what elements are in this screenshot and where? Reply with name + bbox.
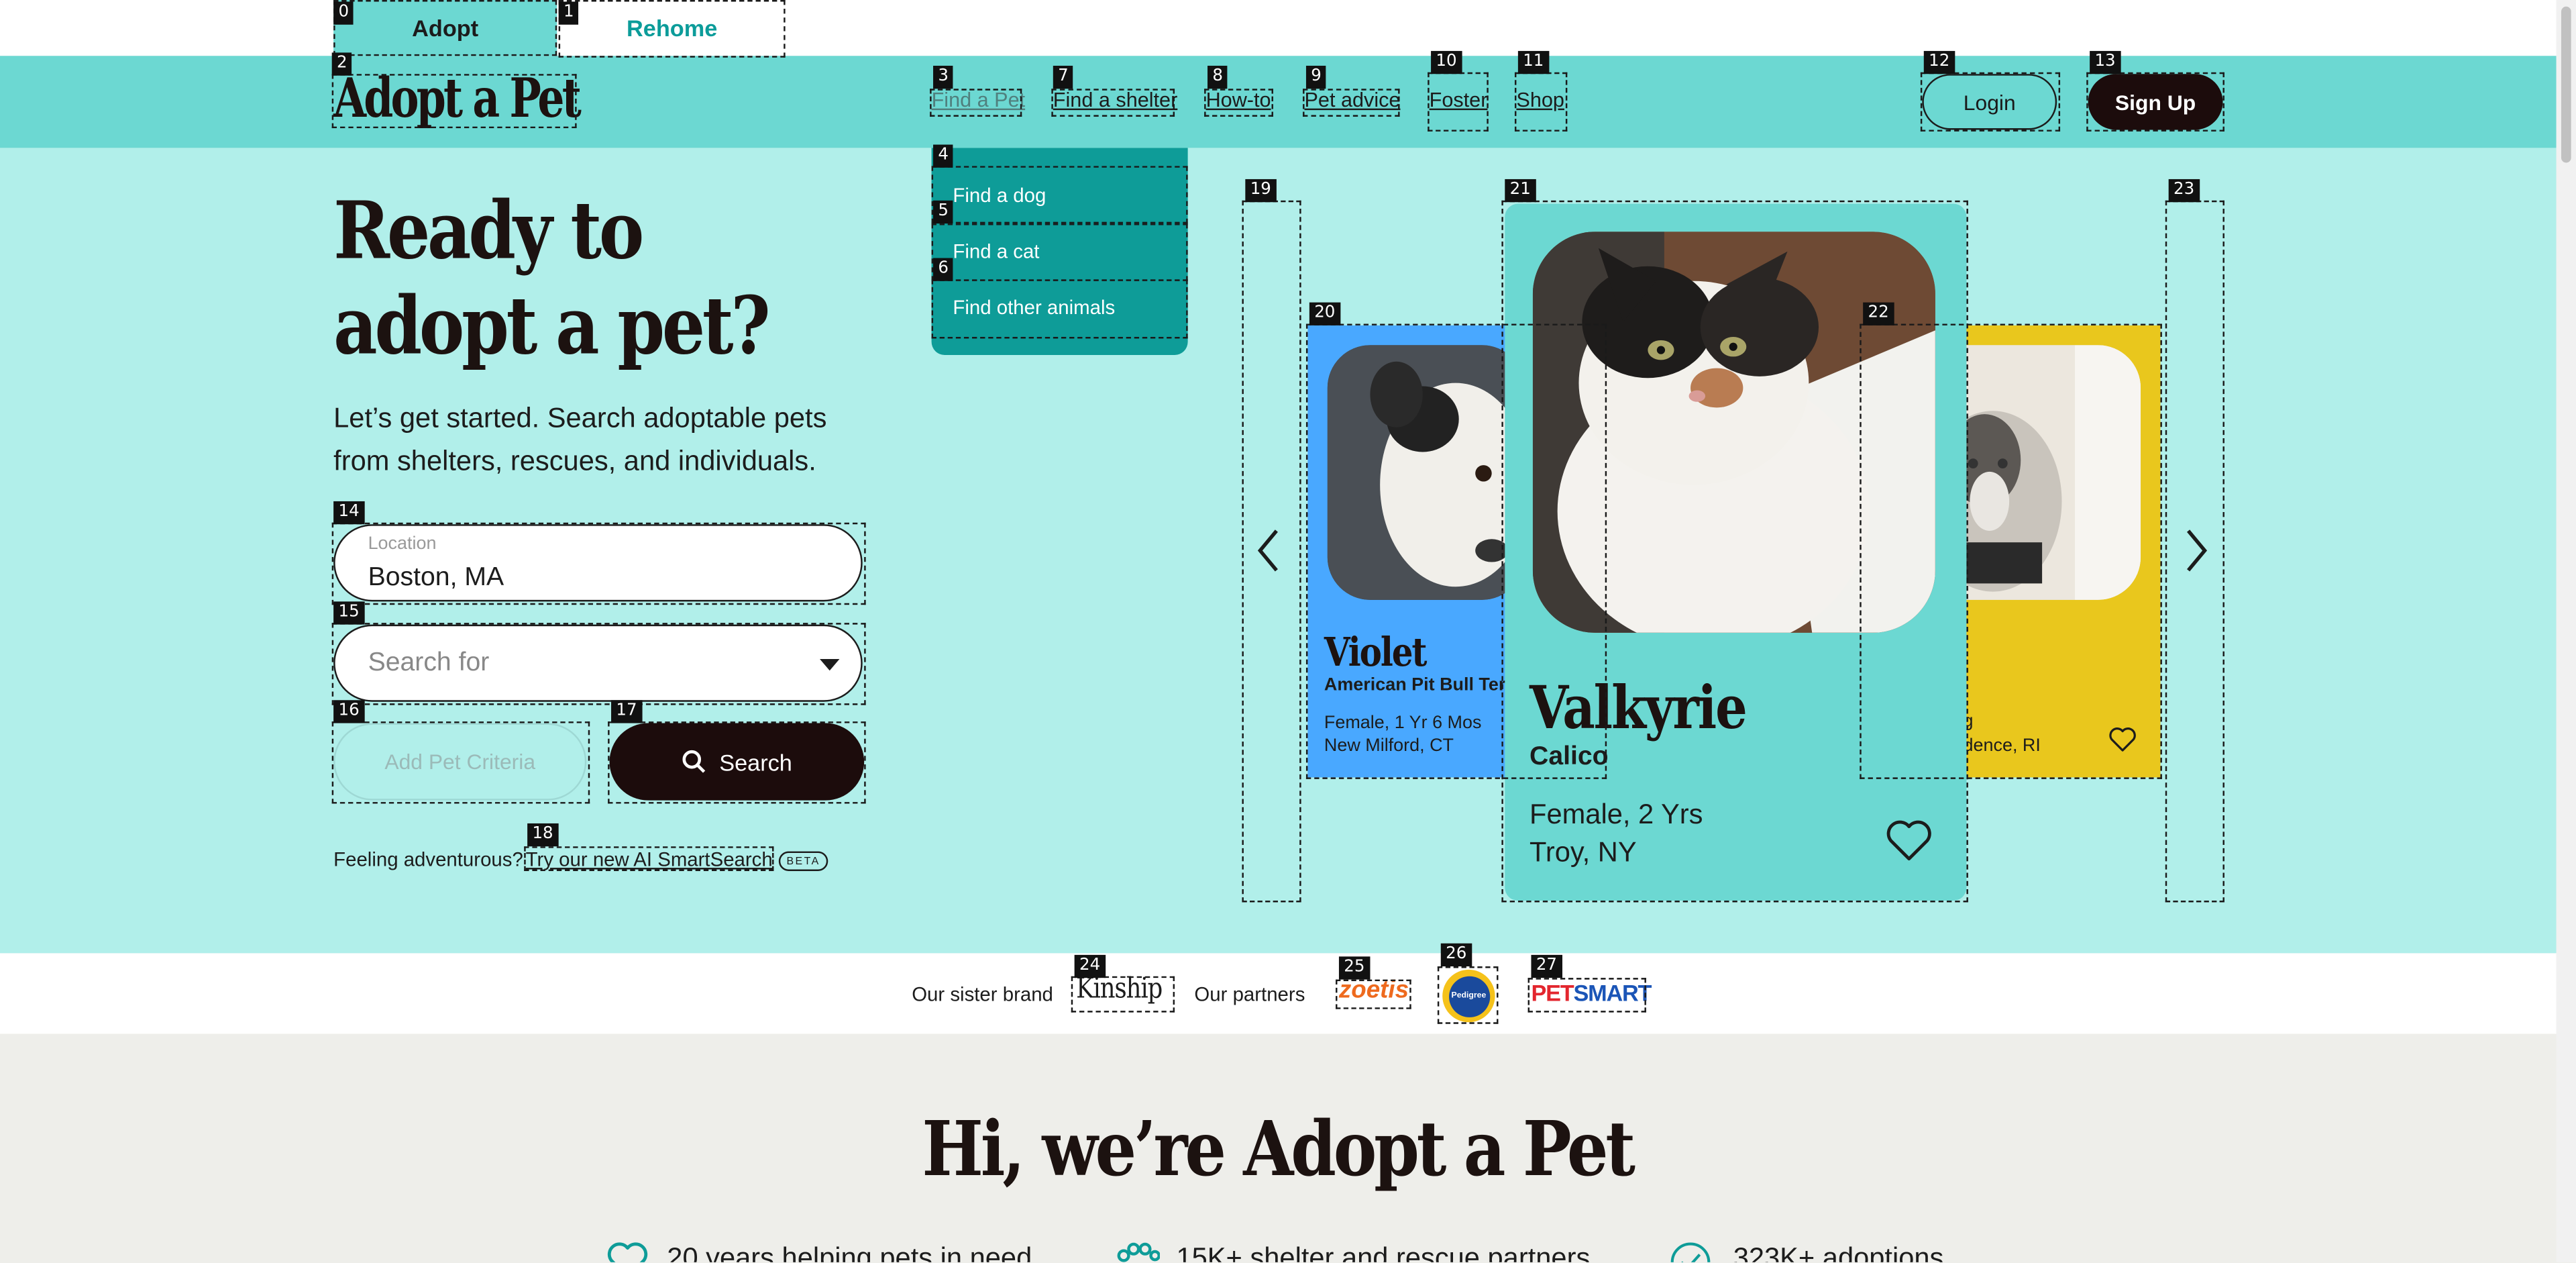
annotation-label: 16	[333, 700, 365, 723]
hero-subtitle: Let’s get started. Search adoptable pets…	[333, 403, 827, 477]
stat-partners: 15K+ shelter and rescue partners	[1176, 1242, 1591, 1262]
annotation-label: 19	[1245, 179, 1277, 203]
annotation-box	[2165, 200, 2224, 903]
annotation-label: 0	[333, 1, 354, 25]
scrollbar-thumb[interactable]	[2561, 6, 2571, 163]
adventurous-text: Feeling adventurous?	[333, 848, 523, 871]
stat-adoptions: 323K+ adoptions	[1733, 1242, 1944, 1262]
annotation-box	[333, 0, 557, 56]
annotation-label: 11	[1517, 50, 1549, 74]
heart-icon	[604, 1241, 651, 1262]
annotation-label: 25	[1338, 956, 1370, 980]
hero-title: Ready to adopt a pet?	[333, 184, 771, 374]
annotation-box	[1204, 89, 1273, 117]
annotation-box	[931, 279, 1188, 339]
annotation-box	[331, 522, 866, 605]
annotation-label: 6	[933, 258, 954, 281]
annotation-label: 17	[611, 700, 642, 723]
hero-title-line2: adopt a pet?	[333, 281, 771, 373]
check-circle-icon	[1668, 1241, 1714, 1262]
annotation-box	[1428, 72, 1489, 132]
sister-brand-label: Our sister brand	[912, 982, 1053, 1006]
annotation-box	[931, 166, 1188, 224]
annotation-label: 20	[1309, 302, 1340, 325]
annotation-label: 5	[933, 200, 954, 224]
beta-badge: BETA	[778, 851, 828, 871]
annotation-box	[931, 223, 1188, 281]
annotation-box	[331, 74, 577, 129]
stat-years: 20 years helping pets in need	[667, 1242, 1032, 1262]
annotation-box	[1527, 978, 1646, 1013]
annotation-box	[1437, 966, 1499, 1024]
hero-title-line1: Ready to	[333, 185, 644, 278]
annotation-box	[1920, 72, 2061, 132]
annotation-label: 18	[527, 823, 559, 847]
annotation-label: 22	[1863, 302, 1894, 325]
annotation-box	[558, 0, 786, 58]
annotation-label: 8	[1208, 65, 1228, 89]
annotation-label: 4	[933, 144, 954, 168]
annotation-label: 26	[1440, 943, 1472, 967]
about-title: Hi, we’re Adopt a Pet	[0, 1105, 2557, 1193]
page: Adopt Rehome Adopt a Pet Find a Pet Find…	[0, 0, 2576, 1262]
annotation-label: 10	[1431, 50, 1462, 74]
annotation-box	[1303, 89, 1400, 117]
annotation-label: 7	[1053, 65, 1074, 89]
annotation-box	[331, 721, 590, 804]
annotation-box	[930, 89, 1022, 117]
annotation-box	[331, 623, 866, 705]
annotation-label: 3	[933, 65, 954, 89]
annotation-box	[1860, 323, 2162, 779]
annotation-label: 23	[2168, 179, 2200, 203]
annotation-label: 1	[558, 1, 579, 25]
partners-label: Our partners	[1194, 982, 1305, 1006]
annotation-label: 15	[333, 601, 365, 625]
annotation-box	[2086, 72, 2224, 132]
annotation-box	[1242, 200, 1301, 903]
annotation-box	[1051, 89, 1175, 117]
annotation-box	[524, 846, 774, 871]
annotation-box	[608, 721, 866, 804]
annotation-label: 2	[331, 52, 353, 76]
annotation-box	[1514, 72, 1568, 132]
annotation-label: 27	[1531, 954, 1562, 978]
about-title-text: Hi, we’re Adopt a Pet	[922, 1104, 1637, 1193]
annotation-label: 12	[1923, 50, 1955, 74]
annotation-label: 9	[1305, 65, 1327, 89]
annotation-label: 21	[1505, 179, 1536, 203]
paw-icon	[1114, 1242, 1161, 1262]
annotation-label: 24	[1074, 954, 1106, 978]
annotation-label: 13	[2090, 50, 2121, 74]
annotation-box	[1336, 979, 1411, 1009]
annotation-label: 14	[333, 501, 365, 525]
scrollbar-track[interactable]	[2556, 0, 2576, 1262]
annotation-box	[1071, 976, 1175, 1013]
